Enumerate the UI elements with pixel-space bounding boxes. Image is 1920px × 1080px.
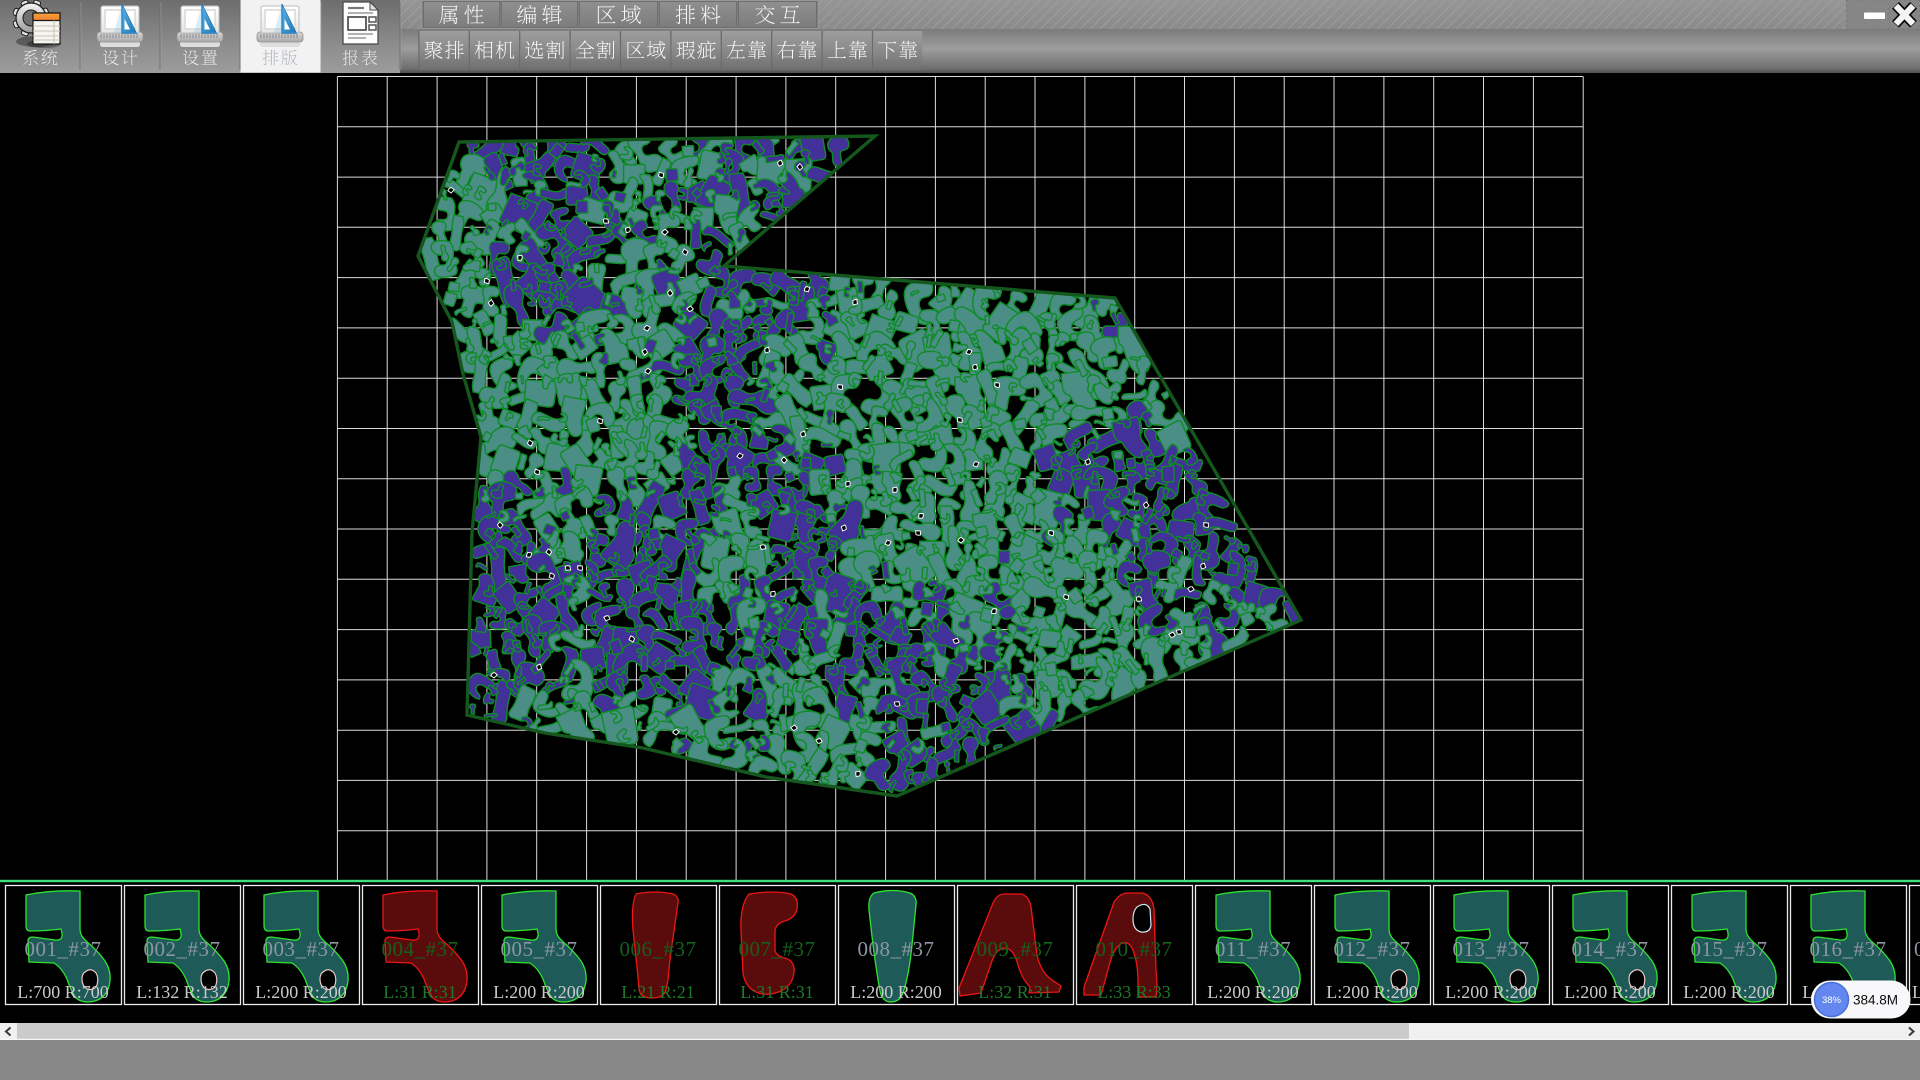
svg-text:013_#37: 013_#37 [1453,937,1530,961]
svg-text:L:200 R:200: L:200 R:200 [255,982,347,1002]
svg-text:38%: 38% [1822,995,1842,1006]
svg-text:006_#37: 006_#37 [620,937,697,961]
svg-text:L:200 R:200: L:200 R:200 [1683,982,1775,1002]
svg-text:004_#37: 004_#37 [382,937,459,961]
svg-text:L:200 R:200: L:200 R:200 [1207,982,1299,1002]
svg-text:009_#37: 009_#37 [977,937,1054,961]
svg-text:L:31 R:31: L:31 R:31 [383,982,457,1002]
svg-text:L:200 R:200: L:200 R:200 [1445,982,1537,1002]
svg-text:015_#37: 015_#37 [1691,937,1768,961]
svg-text:L:200 R:200: L:200 R:200 [1564,982,1656,1002]
svg-text:L:: L: [1912,982,1920,1002]
svg-text:010_#37: 010_#37 [1096,937,1173,961]
svg-text:L:200 R:200: L:200 R:200 [1326,982,1418,1002]
svg-text:003_#37: 003_#37 [263,937,340,961]
svg-text:L:200 R:200: L:200 R:200 [493,982,585,1002]
svg-text:L:33 R:33: L:33 R:33 [1097,982,1171,1002]
svg-text:008_#37: 008_#37 [858,937,935,961]
svg-text:L:200 R:200: L:200 R:200 [850,982,942,1002]
svg-text:016_#37: 016_#37 [1810,937,1887,961]
svg-text:014_#37: 014_#37 [1572,937,1649,961]
svg-text:L:132 R:132: L:132 R:132 [136,982,228,1002]
svg-text:L:31 R:31: L:31 R:31 [740,982,814,1002]
svg-text:L:32 R:31: L:32 R:31 [978,982,1052,1002]
svg-text:007_#37: 007_#37 [739,937,816,961]
svg-text:001_#37: 001_#37 [25,937,102,961]
svg-text:012_#37: 012_#37 [1334,937,1411,961]
svg-text:L:21 R:21: L:21 R:21 [621,982,695,1002]
svg-text:L:700 R:700: L:700 R:700 [17,982,109,1002]
svg-text:0: 0 [1914,937,1920,961]
svg-text:002_#37: 002_#37 [144,937,221,961]
svg-text:011_#37: 011_#37 [1215,937,1291,961]
svg-text:005_#37: 005_#37 [501,937,578,961]
svg-text:384.8M: 384.8M [1853,993,1898,1008]
